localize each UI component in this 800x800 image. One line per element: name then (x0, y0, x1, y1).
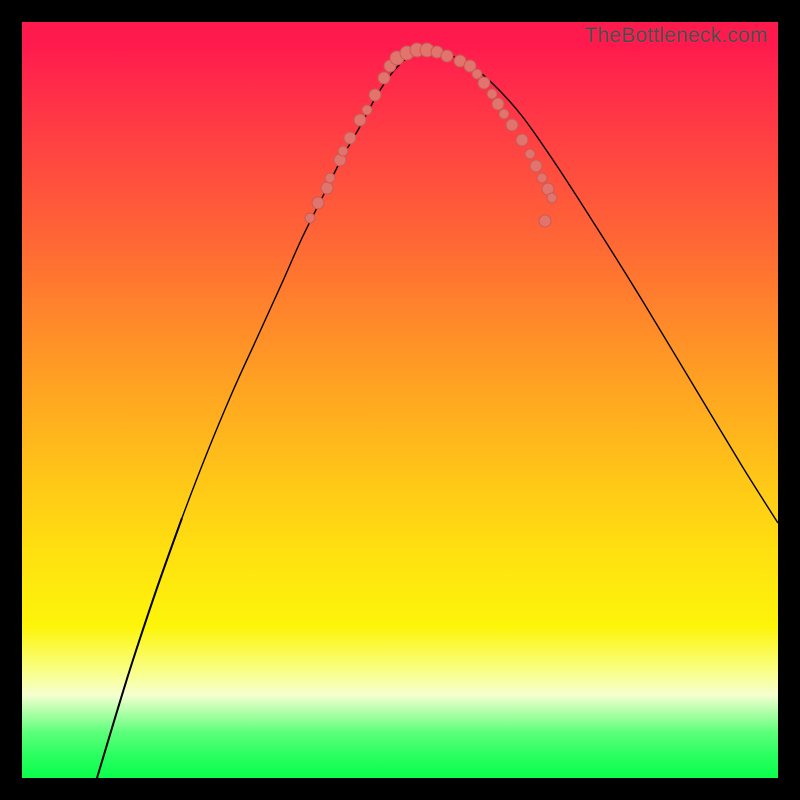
data-point (344, 132, 356, 144)
data-point (354, 114, 366, 126)
data-point (362, 105, 372, 115)
data-point (547, 193, 557, 203)
plot-area: TheBottleneck.com (22, 22, 778, 778)
data-point (321, 182, 333, 194)
data-point (312, 197, 324, 209)
data-markers (305, 43, 557, 227)
chart-svg (22, 22, 778, 778)
data-point (478, 77, 490, 89)
data-point (338, 146, 348, 156)
data-point (487, 89, 497, 99)
curve-left (97, 518, 182, 778)
data-point (530, 160, 542, 172)
data-point (525, 149, 535, 159)
data-point (472, 69, 482, 79)
curve-right (157, 51, 778, 588)
data-point (492, 98, 504, 110)
data-point (325, 173, 335, 183)
data-point (516, 134, 528, 146)
data-point (499, 109, 509, 119)
data-point (369, 89, 381, 101)
data-point (305, 213, 315, 223)
data-point (537, 173, 547, 183)
data-point (506, 119, 518, 131)
data-point (378, 72, 390, 84)
data-point (441, 50, 453, 62)
data-point (539, 215, 551, 227)
